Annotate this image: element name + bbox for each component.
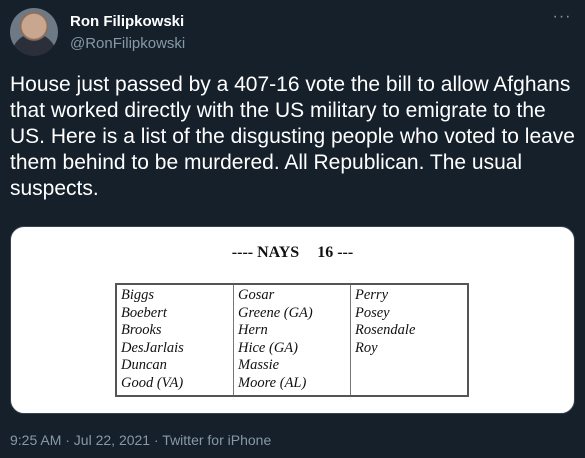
representative-name: Roy [355, 339, 378, 356]
representative-name: DesJarlais [121, 339, 184, 356]
meta-separator: · [150, 432, 163, 448]
more-options-icon[interactable]: ··· [549, 9, 575, 30]
nays-table: Biggs Boebert Brooks DesJarlais Duncan G… [115, 283, 469, 397]
nays-column-3: Perry Posey Rosendale Roy [350, 284, 468, 396]
nays-count: 16 --- [317, 244, 354, 261]
representative-name: Hern [238, 322, 268, 338]
representative-name: Boebert [121, 304, 167, 321]
tweet-metadata: 9:25 AM · Jul 22, 2021 · Twitter for iPh… [10, 432, 271, 448]
representative-name: Greene (GA) [238, 304, 313, 321]
representative-name: Hice (GA) [238, 339, 298, 356]
nays-label: ---- NAYS [231, 244, 300, 261]
nays-column-2: Gosar Greene (GA) Hern Hice (GA) Massie … [233, 284, 351, 396]
representative-name: Perry [355, 287, 389, 303]
representative-name: Rosendale [355, 322, 416, 338]
representative-name: Good (VA) [121, 374, 184, 391]
representative-name: Moore (AL) [238, 374, 307, 391]
tweet-source[interactable]: Twitter for iPhone [162, 432, 271, 448]
avatar[interactable] [10, 8, 58, 56]
representative-name: Duncan [121, 357, 167, 373]
nays-column-1: Biggs Boebert Brooks DesJarlais Duncan G… [115, 284, 234, 396]
tweet-header: Ron Filipkowski @RonFilipkowski ··· [10, 8, 575, 58]
tweet-timestamp[interactable]: 9:25 AM · Jul 22, 2021 [10, 432, 150, 448]
tweet-image[interactable]: ---- NAYS 16 --- Biggs Boebert Brooks De… [10, 226, 575, 414]
author-name[interactable]: Ron Filipkowski [70, 13, 184, 30]
representative-name: Gosar [238, 287, 275, 303]
author-handle[interactable]: @RonFilipkowski [70, 35, 185, 52]
representative-name: Biggs [121, 287, 155, 303]
nays-heading: ---- NAYS 16 --- [11, 244, 574, 262]
representative-name: Posey [355, 304, 390, 321]
tweet-text: House just passed by a 407-16 vote the b… [10, 73, 575, 200]
representative-name: Massie [238, 357, 280, 373]
representative-name: Brooks [121, 322, 162, 338]
